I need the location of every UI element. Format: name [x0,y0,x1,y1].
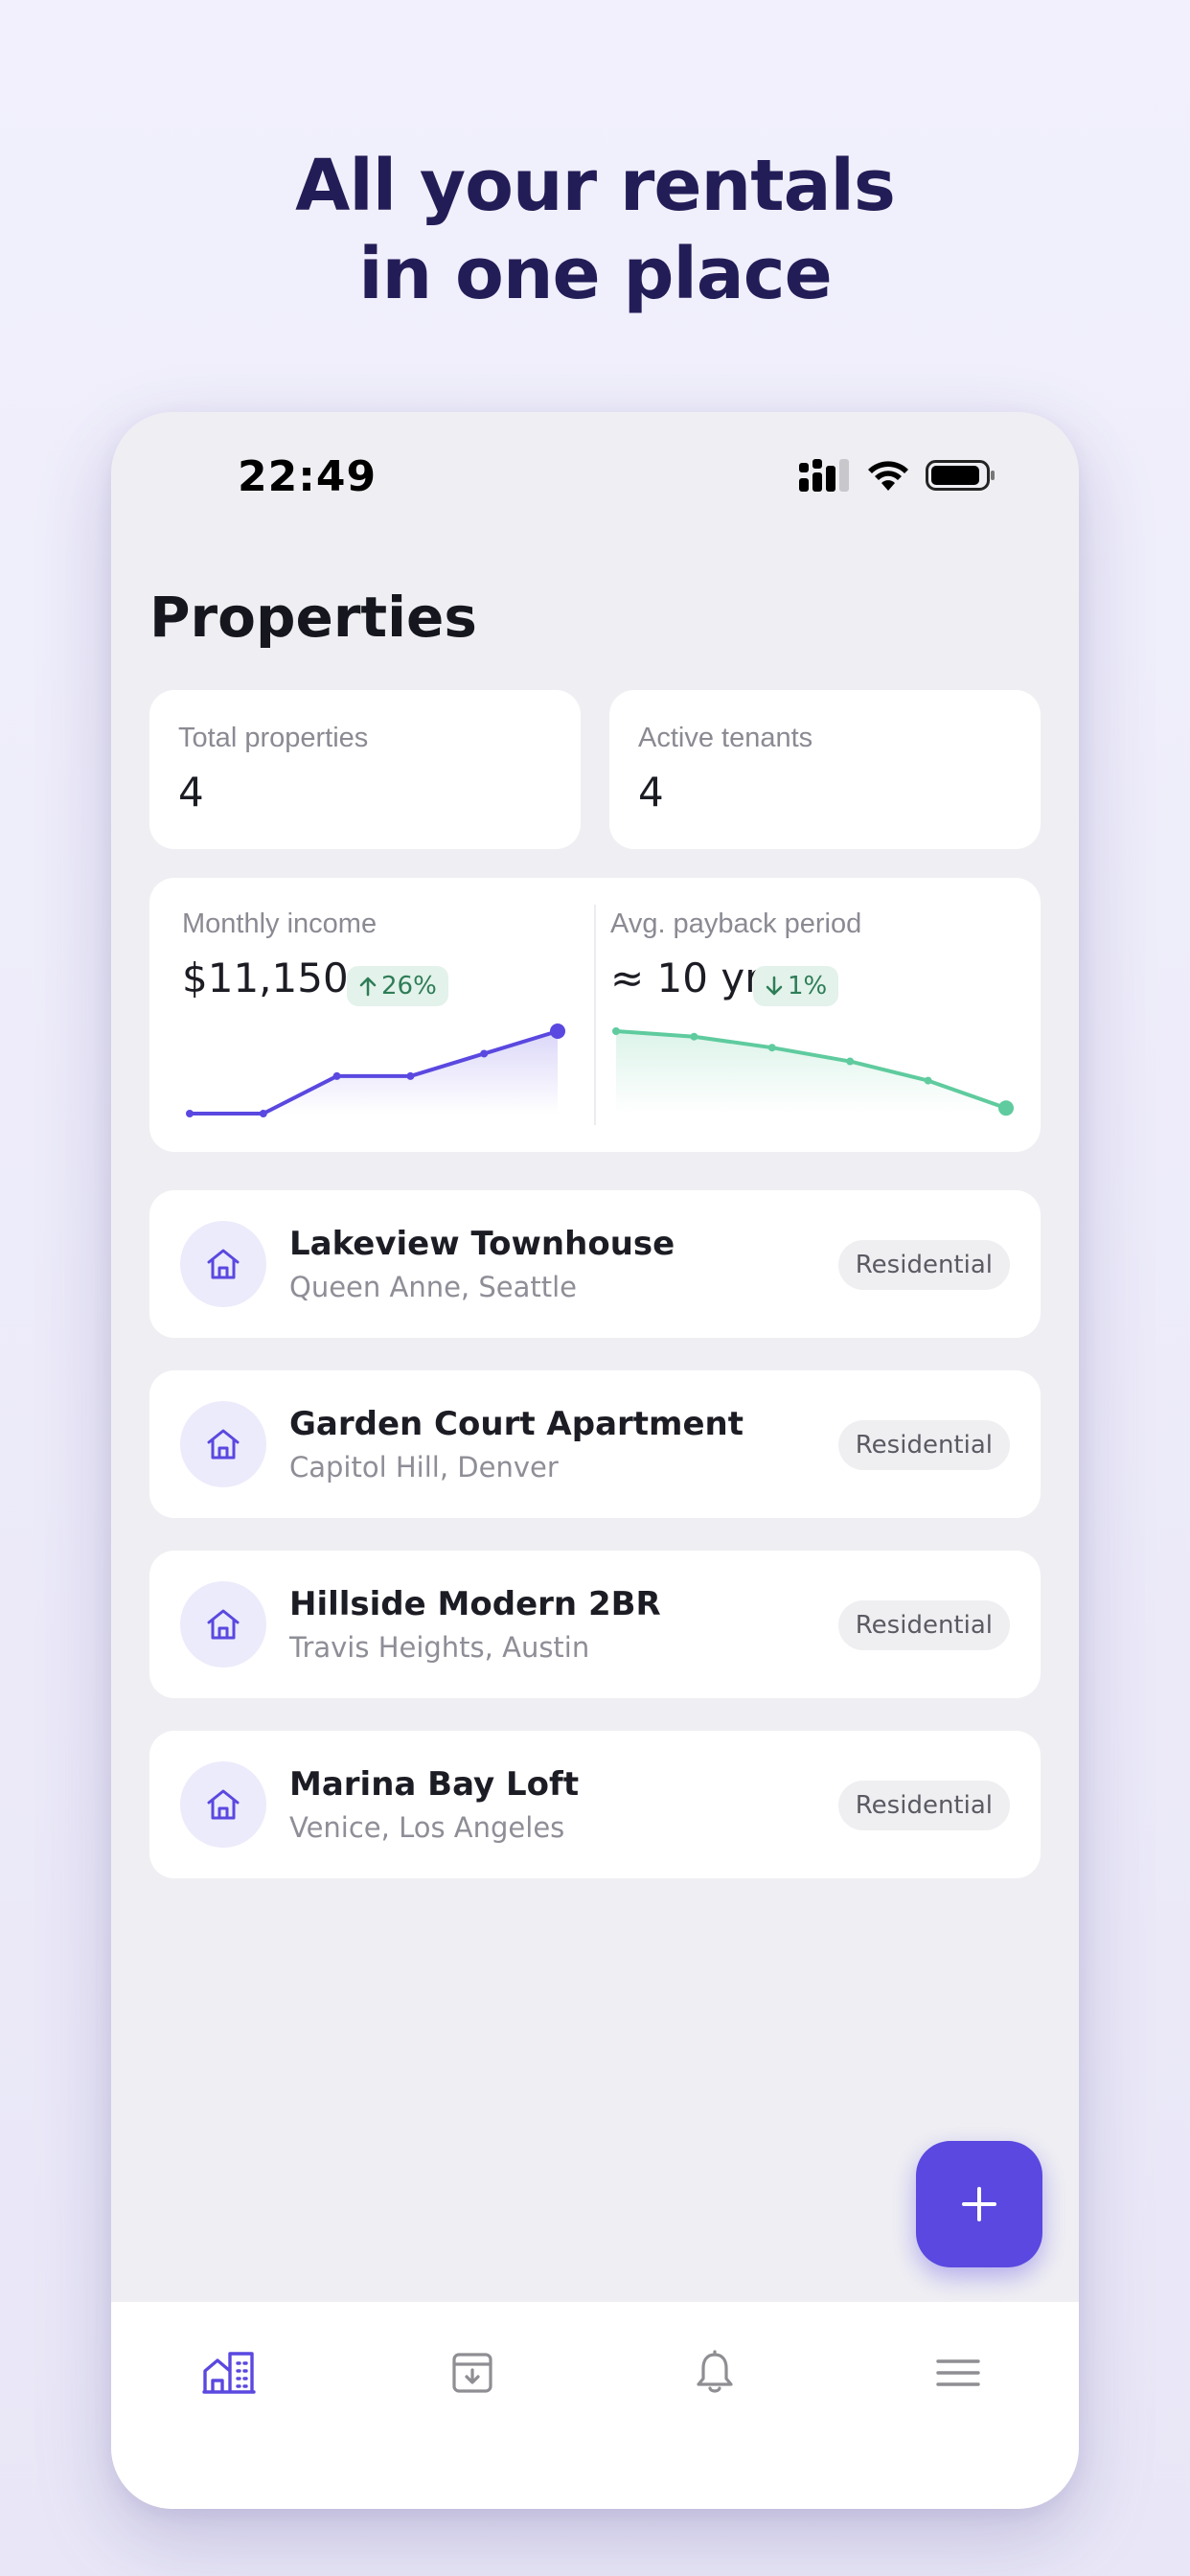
property-avatar [180,1581,266,1668]
add-property-button[interactable] [916,2141,1042,2267]
metric-label: Monthly income [182,908,378,939]
sparkline-point [480,1049,489,1058]
property-avatar [180,1761,266,1848]
property-avatar [180,1221,266,1307]
archive-icon [452,2353,492,2393]
sparkline-point [259,1110,267,1117]
page-title: Properties [149,585,477,650]
stat-label: Active tenants [638,723,813,753]
property-card[interactable]: Marina Bay Loft Venice, Los Angeles Resi… [149,1731,1041,1878]
bottom-tab-bar [111,2302,1079,2509]
monthly-income-metric: Monthly income $11,150 26% [149,878,595,1152]
property-location: Capitol Hill, Denver [289,1451,559,1484]
stat-label: Total properties [178,723,369,753]
tab-archive[interactable] [434,2334,511,2411]
sparkline-point [186,1110,194,1117]
property-card[interactable]: Lakeview Townhouse Queen Anne, Seattle R… [149,1190,1041,1338]
bell-icon [697,2350,733,2393]
plus-icon [962,2187,996,2221]
property-name: Lakeview Townhouse [289,1225,675,1263]
arrow-up-icon [359,977,377,997]
property-name: Marina Bay Loft [289,1765,580,1804]
headline-line-1: All your rentals [295,145,896,227]
property-type-tag: Residential [837,1420,1010,1470]
property-card[interactable]: Hillside Modern 2BR Travis Heights, Aust… [149,1551,1041,1698]
sparkline-area [190,1031,558,1114]
metric-value: ≈ 10 yr [610,954,762,1001]
property-avatar [180,1401,266,1487]
stat-value: 4 [178,769,204,816]
status-time: 22:49 [238,452,378,501]
stat-value: 4 [638,769,664,816]
menu-icon [936,2359,980,2386]
marketing-headline: All your rentals in one place [0,142,1190,318]
sparkline-point [924,1076,932,1085]
property-location: Travis Heights, Austin [289,1631,590,1664]
property-location: Queen Anne, Seattle [289,1271,578,1303]
trend-badge: 26% [347,966,448,1006]
tab-notifications[interactable] [676,2334,753,2411]
house-icon [207,1249,240,1279]
sparkline-point [406,1071,415,1080]
property-type-tag: Residential [837,1600,1010,1650]
metric-label: Avg. payback period [610,908,862,939]
property-name: Hillside Modern 2BR [289,1585,661,1623]
payback-sparkline [612,1027,1014,1116]
arrow-down-icon [766,976,783,996]
income-sparkline [186,1024,565,1117]
property-type-tag: Residential [837,1781,1010,1830]
house-icon [207,1789,240,1820]
house-icon [207,1429,240,1460]
metrics-card: Monthly income $11,150 26% Avg. payback … [149,878,1041,1152]
property-card[interactable]: Garden Court Apartment Capitol Hill, Den… [149,1370,1041,1518]
sparkline-area [616,1031,1006,1114]
building-icon [202,2352,256,2394]
sparkline-point [767,1044,776,1052]
status-bar: 22:49 [111,412,1079,527]
payback-period-metric: Avg. payback period ≈ 10 yr 1% [595,878,1041,1152]
property-type-tag: Residential [837,1240,1010,1290]
metric-value: $11,150 [182,954,349,1001]
phone-frame: 22:49 Properties Total properties 4 Acti… [111,412,1079,2509]
trend-badge-value: 1% [788,972,828,1000]
headline-line-2: in one place [358,233,833,315]
cellular-signal-icon [799,459,849,492]
property-location: Venice, Los Angeles [289,1811,565,1844]
trend-badge-value: 26% [381,972,437,1000]
sparkline-point [612,1027,620,1035]
trend-badge: 1% [753,966,839,1006]
sparkline-point [690,1032,698,1041]
sparkline-point [550,1024,565,1039]
tab-menu[interactable] [920,2334,996,2411]
sparkline-point [846,1057,855,1066]
sparkline-point [998,1100,1014,1116]
tab-properties[interactable] [191,2334,267,2411]
house-icon [207,1609,240,1640]
status-icons [799,456,996,494]
battery-icon [926,460,995,491]
stat-card-active-tenants: Active tenants 4 [609,690,1041,849]
sparkline-point [332,1071,341,1080]
stat-card-total-properties: Total properties 4 [149,690,581,849]
wifi-icon [868,461,908,491]
property-name: Garden Court Apartment [289,1405,744,1443]
